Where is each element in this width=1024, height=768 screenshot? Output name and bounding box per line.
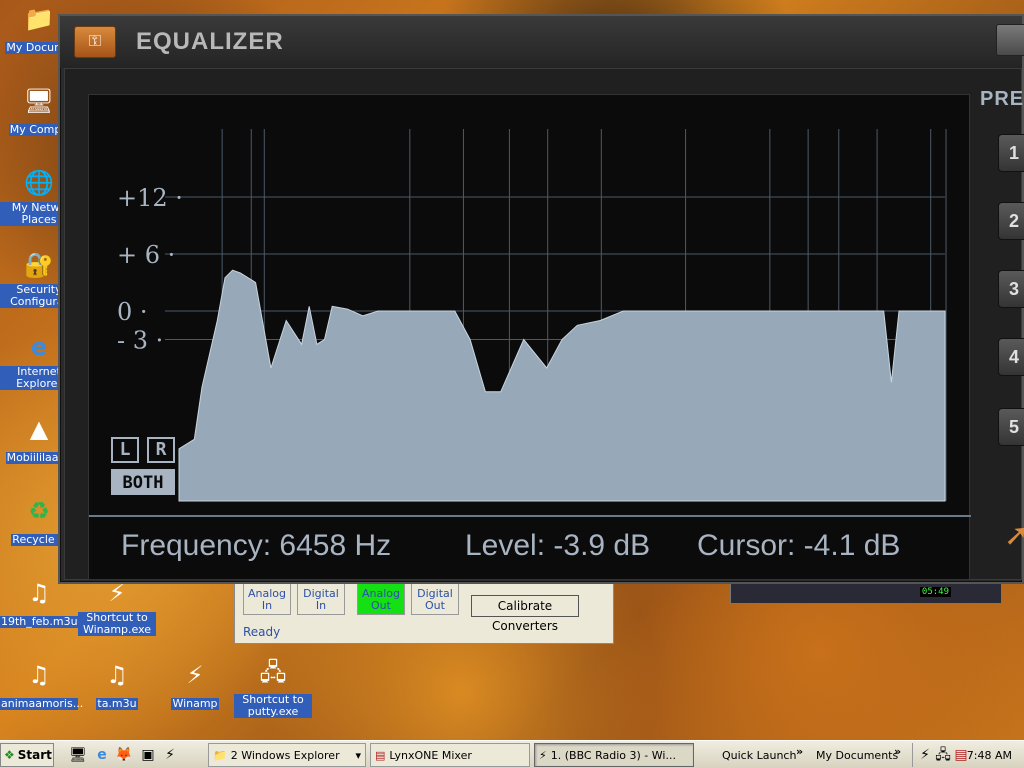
level-readout: Level: -3.9 dB bbox=[465, 529, 651, 562]
equalizer-window: ⚿ EQUALIZER +12 · + 6 · 0 · - 3 · L R BOTH … bbox=[58, 14, 1024, 584]
key-icon: ⚿ bbox=[88, 33, 102, 50]
digital-out-button[interactable]: Digital Out bbox=[411, 581, 459, 615]
start-button[interactable]: ❖ Start bbox=[0, 743, 54, 767]
start-label: Start bbox=[17, 748, 52, 762]
mixer-status-text: Ready bbox=[243, 625, 281, 639]
both-channels-button[interactable]: BOTH bbox=[111, 469, 175, 495]
task-windows-explorer[interactable]: 📁 2 Windows Explorer ▾ bbox=[208, 743, 366, 767]
my-documents-toolbar-label[interactable]: My Documents bbox=[816, 749, 898, 762]
quick-launch-toolbar-label[interactable]: Quick Launch bbox=[722, 749, 796, 762]
winamp-icon[interactable]: ⚡ bbox=[160, 745, 180, 765]
y-tick-label: + 6 · bbox=[117, 241, 175, 269]
y-tick-label: +12 · bbox=[117, 184, 183, 212]
equalizer-curve[interactable] bbox=[178, 269, 946, 502]
desktop-icon-label: Shortcut to Winamp.exe bbox=[78, 612, 156, 636]
equalizer-readout: Frequency: 6458 Hz Level: -3.9 dB Cursor… bbox=[89, 515, 971, 573]
folder-icon: 📁 bbox=[213, 748, 227, 762]
y-tick-label: 0 · bbox=[117, 298, 148, 326]
equalizer-chart-svg[interactable]: +12 · + 6 · 0 ·- 3 · bbox=[89, 95, 971, 515]
preset-button-2[interactable]: 2 bbox=[998, 202, 1024, 240]
equalizer-graph[interactable]: +12 · + 6 · 0 · - 3 · L R BOTH Frequency: 6… bbox=[88, 94, 971, 580]
presets-label: PRE bbox=[980, 88, 1024, 110]
shortcut-icon: ▲ bbox=[29, 415, 49, 443]
desktop-icon-label: 19th_feb.m3u bbox=[0, 615, 78, 628]
cursor-readout: Cursor: -4.1 dB bbox=[697, 529, 901, 562]
desktop-icon-shortcut-to-winamp[interactable]: ⚡ Shortcut to Winamp.exe bbox=[78, 576, 156, 638]
winamp-icon: ⚡ bbox=[539, 748, 547, 762]
desktop-icon-animaamoris[interactable]: ♫ animaamoris... bbox=[0, 658, 84, 712]
window-switcher-icon[interactable]: ▣ bbox=[138, 745, 158, 765]
winamp-tray-icon[interactable]: ⚡ bbox=[915, 745, 935, 765]
analog-out-button[interactable]: Analog Out bbox=[357, 581, 405, 615]
task-label: LynxONE Mixer bbox=[389, 748, 472, 762]
firefox-icon[interactable]: 🦊 bbox=[114, 745, 134, 765]
internet-explorer-icon: e bbox=[30, 333, 48, 361]
desktop-icon-label: ta.m3u bbox=[96, 697, 138, 710]
winamp-time-display: 05:49 bbox=[919, 587, 951, 597]
desktop-icon-label: Winamp bbox=[171, 697, 219, 710]
resize-grip-icon[interactable]: ➚ bbox=[1004, 516, 1024, 556]
network-tray-icon[interactable]: 🖧 bbox=[933, 745, 953, 765]
security-icon: 🔐 bbox=[24, 251, 54, 279]
desktop-icon-label: animaamoris... bbox=[0, 697, 84, 710]
show-desktop-icon[interactable]: 🖥 bbox=[68, 745, 88, 765]
clock: 7:48 AM bbox=[966, 749, 1012, 762]
playlist-file-icon: ♫ bbox=[106, 661, 128, 689]
chevron-down-icon: ▾ bbox=[355, 748, 361, 762]
desktop-icon-19th-feb-m3u[interactable]: ♫ 19th_feb.m3u bbox=[0, 576, 78, 630]
mixer-icon: ▤ bbox=[375, 748, 386, 762]
digital-in-button[interactable]: Digital In bbox=[297, 581, 345, 615]
chevron-right-icon[interactable]: » bbox=[796, 745, 803, 758]
desktop-icon-ta-m3u[interactable]: ♫ ta.m3u bbox=[78, 658, 156, 712]
task-label: 1. (BBC Radio 3) - Wi... bbox=[550, 748, 676, 762]
calibrate-converters-button[interactable]: Calibrate Converters bbox=[471, 595, 579, 633]
equalizer-menu-button[interactable]: ⚿ bbox=[74, 26, 116, 58]
desktop-icon-label: Shortcut to putty.exe bbox=[234, 694, 312, 718]
computer-icon: 🖥 bbox=[23, 87, 55, 115]
task-winamp-bbc-radio-3[interactable]: ⚡ 1. (BBC Radio 3) - Wi... bbox=[534, 743, 694, 767]
putty-icon: 🖧 bbox=[259, 657, 287, 686]
chevron-right-icon[interactable]: » bbox=[894, 745, 901, 758]
network-icon: 🌐 bbox=[24, 169, 54, 197]
right-channel-button[interactable]: R bbox=[147, 437, 175, 463]
equalizer-title: EQUALIZER bbox=[136, 28, 284, 55]
preset-button-3[interactable]: 3 bbox=[998, 270, 1024, 308]
task-lynxone-mixer[interactable]: ▤ LynxONE Mixer bbox=[370, 743, 530, 767]
recycle-bin-icon: ♻ bbox=[28, 497, 50, 525]
folder-icon: 📁 bbox=[24, 5, 54, 33]
internet-explorer-icon[interactable]: e bbox=[92, 745, 112, 765]
y-tick-layer: +12 · + 6 · 0 ·- 3 · bbox=[117, 184, 183, 355]
playlist-file-icon: ♫ bbox=[28, 579, 50, 607]
windows-flag-icon: ❖ bbox=[4, 748, 15, 762]
preset-button-1[interactable]: 1 bbox=[998, 134, 1024, 172]
analog-in-button[interactable]: Analog In bbox=[243, 581, 291, 615]
winamp-icon: ⚡ bbox=[186, 661, 204, 689]
desktop-icon-winamp[interactable]: ⚡ Winamp bbox=[156, 658, 234, 712]
preset-button-4[interactable]: 4 bbox=[998, 338, 1024, 376]
taskbar: ❖ Start 🖥 e 🦊 ▣ ⚡ 📁 2 Windows Explorer ▾… bbox=[0, 740, 1024, 768]
task-label: 2 Windows Explorer bbox=[230, 748, 340, 762]
frequency-readout: Frequency: 6458 Hz bbox=[121, 529, 392, 562]
equalizer-titlebar[interactable]: ⚿ EQUALIZER bbox=[60, 16, 1024, 68]
system-tray: ⚡ 🖧 ▤ 7:48 AM bbox=[912, 743, 1024, 767]
equalizer-close-button[interactable] bbox=[996, 24, 1024, 56]
left-channel-button[interactable]: L bbox=[111, 437, 139, 463]
playlist-file-icon: ♫ bbox=[28, 661, 50, 689]
y-tick-label: - 3 · bbox=[117, 327, 163, 355]
desktop-icon-shortcut-to-putty[interactable]: 🖧 Shortcut to putty.exe bbox=[234, 658, 312, 720]
preset-button-5[interactable]: 5 bbox=[998, 408, 1024, 446]
